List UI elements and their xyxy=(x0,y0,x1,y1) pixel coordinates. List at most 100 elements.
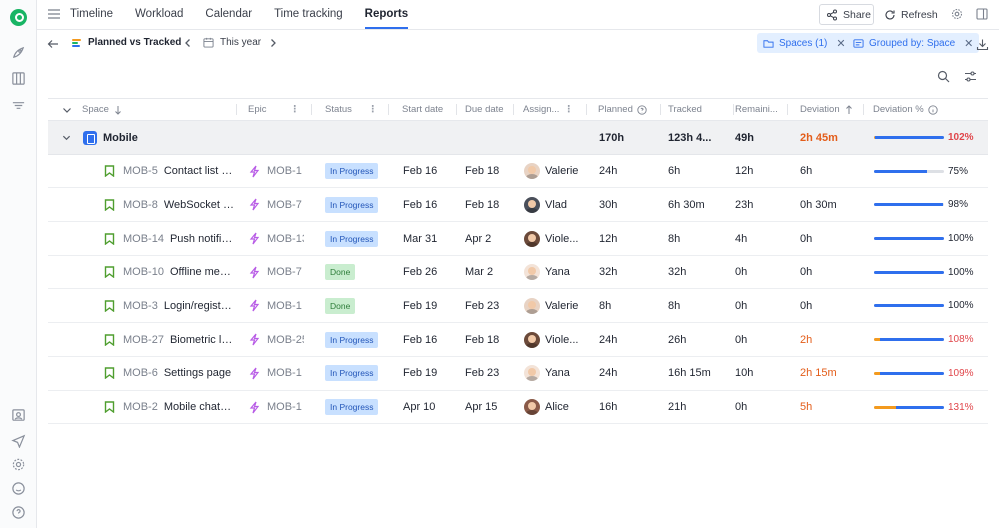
status-cell[interactable]: In Progress xyxy=(325,188,389,221)
next-period-icon[interactable] xyxy=(268,38,278,48)
task-name[interactable]: Login/registra... xyxy=(164,300,234,312)
status-badge[interactable]: In Progress xyxy=(325,196,379,213)
table-row[interactable]: MOB-2 Mobile chat UI MOB-1 In Progress A… xyxy=(48,391,988,425)
prev-period-icon[interactable] xyxy=(183,38,193,48)
task-name[interactable]: WebSocket co... xyxy=(164,199,234,211)
tab-timeline[interactable]: Timeline xyxy=(70,0,113,30)
status-cell[interactable]: In Progress xyxy=(325,155,389,188)
board-icon[interactable] xyxy=(11,71,26,86)
column-header-epic[interactable]: Epic ⋮ xyxy=(248,99,312,120)
table-row[interactable]: MOB-27 Biometric log... MOB-25 In Progre… xyxy=(48,323,988,357)
column-menu-icon[interactable]: ⋮ xyxy=(290,99,299,120)
assignee-cell[interactable]: Yana xyxy=(524,357,586,390)
column-header-assignee[interactable]: Assign... ⋮ xyxy=(523,99,587,120)
task-cell[interactable]: MOB-27 Biometric log... xyxy=(104,323,234,356)
help-icon[interactable] xyxy=(11,505,26,520)
search-icon[interactable] xyxy=(937,70,950,83)
column-header-remaining[interactable]: Remaini... xyxy=(735,99,788,120)
status-badge[interactable]: Done xyxy=(325,264,356,281)
share-button[interactable]: Share xyxy=(819,4,874,25)
task-key[interactable]: MOB-8 xyxy=(123,199,158,211)
task-cell[interactable]: MOB-14 Push notifica... xyxy=(104,222,234,255)
tab-workload[interactable]: Workload xyxy=(135,0,183,30)
epic-cell[interactable]: MOB-7 xyxy=(248,188,304,221)
settings-sliders-icon[interactable] xyxy=(964,70,977,83)
send-icon[interactable] xyxy=(11,433,26,448)
table-row[interactable]: MOB-3 Login/registra... MOB-1 Done Feb 1… xyxy=(48,289,988,324)
close-icon[interactable]: ✕ xyxy=(964,37,973,50)
status-cell[interactable]: Done xyxy=(325,256,389,289)
assignee-cell[interactable]: Valerie xyxy=(524,155,586,188)
epic-cell[interactable]: MOB-7 xyxy=(248,256,304,289)
rocket-icon[interactable] xyxy=(11,45,26,60)
chevron-down-icon[interactable] xyxy=(62,105,72,115)
tab-calendar[interactable]: Calendar xyxy=(205,0,252,30)
side-panel-icon[interactable] xyxy=(976,8,989,21)
task-key[interactable]: MOB-27 xyxy=(123,334,164,346)
task-key[interactable]: MOB-14 xyxy=(123,233,164,245)
epic-cell[interactable]: MOB-25 xyxy=(248,323,304,356)
task-cell[interactable]: MOB-3 Login/registra... xyxy=(104,289,234,322)
column-header-due-date[interactable]: Due date xyxy=(465,99,514,120)
status-badge[interactable]: In Progress xyxy=(325,331,379,348)
status-badge[interactable]: In Progress xyxy=(325,230,379,247)
assignee-cell[interactable]: Valerie xyxy=(524,289,586,322)
task-cell[interactable]: MOB-6 Settings page xyxy=(104,357,234,390)
info-icon[interactable] xyxy=(928,104,938,115)
download-icon[interactable] xyxy=(976,38,989,51)
epic-cell[interactable]: MOB-13 xyxy=(248,222,304,255)
task-name[interactable]: Push notifica... xyxy=(170,233,234,245)
column-header-status[interactable]: Status ⋮ xyxy=(325,99,389,120)
epic-cell[interactable]: MOB-1 xyxy=(248,391,304,424)
assignee-cell[interactable]: Vlad xyxy=(524,188,586,221)
tab-reports[interactable]: Reports xyxy=(364,0,409,30)
table-row[interactable]: MOB-5 Contact list & ... MOB-1 In Progre… xyxy=(48,155,988,189)
column-header-deviation-pct[interactable]: Deviation % xyxy=(873,99,983,120)
epic-cell[interactable]: MOB-1 xyxy=(248,155,304,188)
task-key[interactable]: MOB-2 xyxy=(123,401,158,413)
column-header-planned[interactable]: Planned xyxy=(598,99,661,120)
task-name[interactable]: Contact list & ... xyxy=(164,165,234,177)
spaces-filter-chip[interactable]: Spaces (1) ✕ xyxy=(757,33,852,53)
table-row[interactable]: MOB-6 Settings page MOB-1 In Progress Fe… xyxy=(48,357,988,391)
task-key[interactable]: MOB-3 xyxy=(123,300,158,312)
table-row[interactable]: MOB-8 WebSocket co... MOB-7 In Progress … xyxy=(48,188,988,223)
status-cell[interactable]: In Progress xyxy=(325,222,389,255)
help-icon[interactable] xyxy=(637,104,647,115)
column-header-tracked[interactable]: Tracked xyxy=(668,99,734,120)
filter-lines-icon[interactable] xyxy=(11,98,26,113)
assignee-cell[interactable]: Alice xyxy=(524,391,586,424)
gear-icon[interactable] xyxy=(951,8,964,21)
sort-down-icon[interactable] xyxy=(113,105,123,115)
column-menu-icon[interactable]: ⋮ xyxy=(368,99,377,120)
task-cell[interactable]: MOB-2 Mobile chat UI xyxy=(104,391,234,424)
assignee-cell[interactable]: Viole... xyxy=(524,222,586,255)
column-header-space[interactable]: Space xyxy=(62,99,237,120)
report-selector[interactable]: Planned vs Tracked xyxy=(72,37,181,48)
column-header-deviation[interactable]: Deviation xyxy=(800,99,864,120)
status-cell[interactable]: In Progress xyxy=(325,357,389,390)
menu-icon[interactable] xyxy=(48,9,60,19)
refresh-button[interactable]: Refresh xyxy=(884,4,938,25)
task-name[interactable]: Biometric log... xyxy=(170,334,234,346)
close-icon[interactable]: ✕ xyxy=(836,37,845,50)
sort-up-icon[interactable] xyxy=(844,104,854,115)
task-key[interactable]: MOB-6 xyxy=(123,367,158,379)
table-row[interactable]: MOB-14 Push notifica... MOB-13 In Progre… xyxy=(48,222,988,256)
status-cell[interactable]: In Progress xyxy=(325,391,389,424)
tab-time-tracking[interactable]: Time tracking xyxy=(274,0,343,30)
chevron-down-icon[interactable] xyxy=(62,133,71,142)
group-by-chip[interactable]: Grouped by: Space ✕ xyxy=(847,33,980,53)
task-cell[interactable]: MOB-10 Offline mess... xyxy=(104,256,234,289)
task-cell[interactable]: MOB-8 WebSocket co... xyxy=(104,188,234,221)
group-row[interactable]: Mobile 170h 123h 4... 49h 2h 45m 102% xyxy=(48,121,988,155)
contact-icon[interactable] xyxy=(11,408,26,423)
task-name[interactable]: Offline mess... xyxy=(170,266,234,278)
period-selector[interactable]: This year xyxy=(203,37,261,48)
assignee-cell[interactable]: Yana xyxy=(524,256,586,289)
task-key[interactable]: MOB-10 xyxy=(123,266,164,278)
status-cell[interactable]: In Progress xyxy=(325,323,389,356)
chat-icon[interactable] xyxy=(11,481,26,496)
epic-cell[interactable]: MOB-1 xyxy=(248,289,304,322)
back-arrow-icon[interactable] xyxy=(47,38,59,50)
